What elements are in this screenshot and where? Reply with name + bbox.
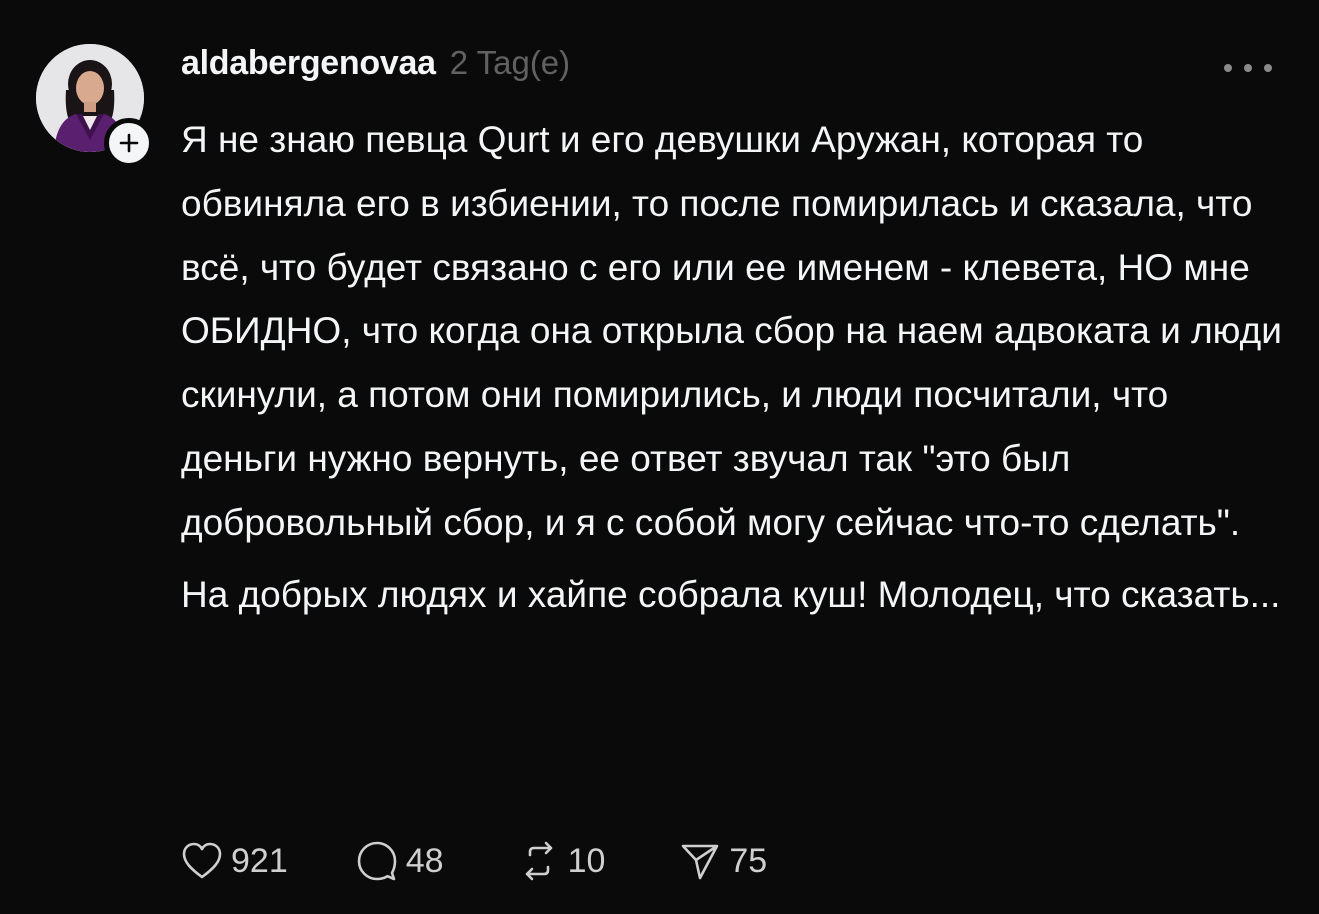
like-button[interactable]: 921 xyxy=(181,841,288,881)
send-icon xyxy=(682,844,719,880)
post-actions: 921 48 10 75 xyxy=(181,836,767,886)
more-horizontal-icon-dot xyxy=(1224,64,1232,72)
more-options-button[interactable] xyxy=(1224,56,1272,80)
heart-icon xyxy=(182,842,222,879)
plus-icon xyxy=(119,133,139,153)
post-paragraph: Я не знаю певца Qurt и его девушки Аружа… xyxy=(181,119,1282,543)
repost-icon xyxy=(525,841,552,881)
author-username[interactable]: aldabergenovaa xyxy=(181,44,436,83)
post-timestamp: 2 Tag(e) xyxy=(449,44,571,81)
share-count: 75 xyxy=(729,841,768,880)
post-header: aldabergenovaa 2 Tag(e) xyxy=(181,44,570,94)
post-paragraph: На добрых людях и хайпе собрала куш! Мол… xyxy=(181,573,1281,615)
like-count: 921 xyxy=(231,841,288,880)
thread-post: aldabergenovaa 2 Tag(e) Я не знаю певца … xyxy=(0,0,1319,914)
more-horizontal-icon-dot xyxy=(1264,64,1272,72)
reply-button[interactable]: 48 xyxy=(356,840,444,882)
share-button[interactable]: 75 xyxy=(679,840,767,882)
repost-count: 10 xyxy=(567,841,606,880)
comment-bubble-icon xyxy=(357,841,397,881)
follow-button[interactable] xyxy=(104,118,154,168)
author-avatar-container[interactable] xyxy=(36,44,154,168)
post-body: Я не знаю певца Qurt и его девушки Аружа… xyxy=(181,108,1291,626)
more-horizontal-icon-dot xyxy=(1244,64,1252,72)
repost-button[interactable]: 10 xyxy=(518,840,606,882)
reply-count: 48 xyxy=(405,841,444,880)
